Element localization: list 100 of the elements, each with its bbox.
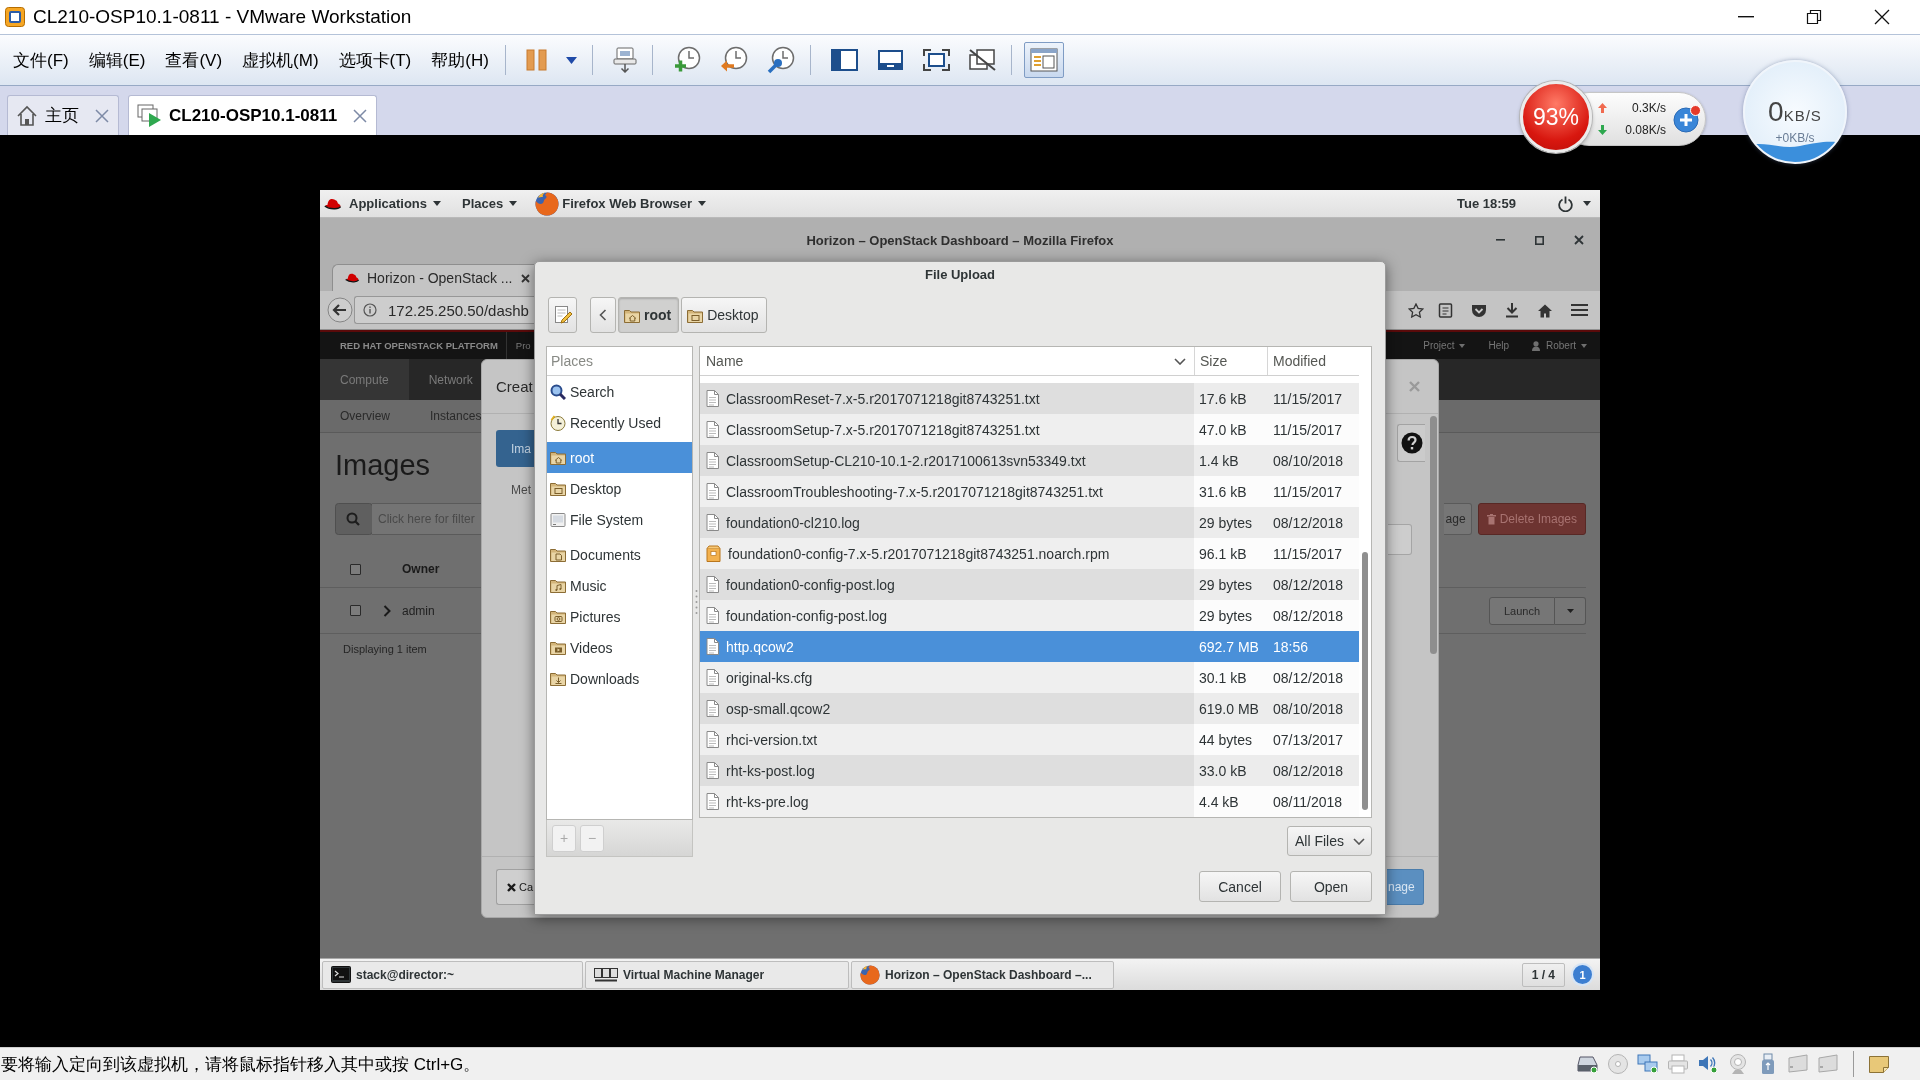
nav-tab[interactable]: Network bbox=[408, 359, 479, 400]
checkbox[interactable] bbox=[350, 605, 361, 616]
info-icon[interactable] bbox=[363, 303, 377, 317]
hat-icon[interactable] bbox=[324, 197, 341, 210]
file-size: 29 bytes bbox=[1198, 513, 1253, 533]
file-row[interactable]: osp-small.qcow2 619.0 MB 08/10/2018 bbox=[700, 693, 1359, 724]
scrollbar[interactable] bbox=[1362, 552, 1368, 810]
edit-button[interactable] bbox=[548, 297, 577, 333]
minimize-icon[interactable] bbox=[1738, 16, 1754, 18]
tab[interactable]: 主页 bbox=[7, 95, 119, 135]
caret-icon[interactable] bbox=[1583, 201, 1591, 206]
help-button[interactable] bbox=[1397, 424, 1425, 462]
clock-wrench-icon[interactable] bbox=[766, 46, 795, 74]
restore-icon[interactable] bbox=[1806, 9, 1822, 25]
file-row[interactable]: rht-ks-post.log 33.0 kB 08/12/2018 bbox=[700, 755, 1359, 786]
star-icon[interactable] bbox=[1408, 302, 1424, 318]
toolbar-button[interactable] bbox=[1023, 42, 1064, 78]
header-link[interactable]: Robert bbox=[1532, 340, 1587, 351]
file-row[interactable]: foundation0-cl210.log 29 bytes 08/12/2018 bbox=[700, 507, 1359, 538]
tab[interactable]: Met bbox=[496, 471, 534, 508]
download-speed: 0.08K/s bbox=[1624, 123, 1666, 137]
fullscreen-icon[interactable] bbox=[922, 49, 950, 71]
header-link[interactable]: Help bbox=[1488, 340, 1509, 351]
column-header[interactable]: Name bbox=[700, 347, 1194, 375]
notification-badge[interactable]: 1 bbox=[1571, 963, 1594, 986]
scrollbar[interactable] bbox=[1430, 416, 1437, 654]
menu-item[interactable]: 编辑(E) bbox=[88, 48, 146, 72]
taskbar-button[interactable]: Virtual Machine Manager bbox=[585, 960, 849, 989]
header-link[interactable]: Project bbox=[1423, 340, 1466, 351]
places-item[interactable]: Music bbox=[547, 570, 692, 601]
power-icon[interactable] bbox=[1558, 195, 1573, 212]
menu-icon[interactable] bbox=[1571, 303, 1588, 317]
path-button[interactable]: Desktop bbox=[681, 297, 767, 333]
maximize-icon[interactable] bbox=[1535, 235, 1544, 245]
tab[interactable]: CL210-OSP10.1-0811 bbox=[128, 95, 378, 135]
computer-arrow-icon[interactable] bbox=[612, 47, 637, 73]
file-row[interactable]: ClassroomReset-7.x-5.r2017071218git8743251.txt 17.6 kB 11/15/2017 bbox=[700, 383, 1359, 414]
nav-link[interactable]: Pro bbox=[515, 340, 531, 351]
back-icon[interactable] bbox=[327, 297, 353, 323]
back-button[interactable] bbox=[590, 297, 616, 333]
note-icon[interactable] bbox=[1868, 1053, 1890, 1075]
address-field[interactable]: 172.25.250.50/dashb bbox=[354, 296, 535, 324]
shield-chevron-icon[interactable] bbox=[1471, 302, 1487, 318]
sidebar-layout-icon[interactable] bbox=[830, 49, 858, 71]
dialog-button[interactable]: Open bbox=[1290, 871, 1372, 902]
places-item[interactable]: File System bbox=[547, 504, 692, 535]
table-cell: admin bbox=[402, 603, 435, 618]
menu-item[interactable]: 文件(F) bbox=[13, 48, 69, 72]
search-icon[interactable] bbox=[335, 503, 372, 535]
places-item[interactable]: Desktop bbox=[547, 473, 692, 504]
browser-tab[interactable]: Horizon - OpenStack ... bbox=[332, 264, 534, 291]
places-item[interactable]: Search bbox=[547, 376, 692, 407]
home-icon[interactable] bbox=[1537, 302, 1553, 318]
menu-item[interactable]: 虚拟机(M) bbox=[242, 48, 319, 72]
file-date: 08/12/2018 bbox=[1272, 668, 1345, 688]
dialog-button[interactable]: Cancel bbox=[1199, 871, 1281, 902]
close-icon[interactable] bbox=[1574, 235, 1584, 245]
chevron-right-icon[interactable] bbox=[383, 604, 391, 617]
places-item[interactable]: Recently Used bbox=[547, 407, 692, 438]
clipboard-icon[interactable] bbox=[1438, 302, 1453, 318]
workspace-switcher[interactable]: 1 / 4 bbox=[1521, 962, 1565, 987]
dropdown-toggle[interactable] bbox=[1555, 596, 1586, 625]
close-icon[interactable] bbox=[520, 273, 530, 283]
checkbox[interactable] bbox=[350, 563, 361, 575]
crossed-windows-icon[interactable] bbox=[968, 49, 996, 71]
download-icon[interactable] bbox=[1505, 302, 1519, 318]
clock-plus-icon[interactable] bbox=[672, 46, 701, 74]
path-button[interactable]: root bbox=[618, 297, 680, 333]
network-icon[interactable] bbox=[1637, 1053, 1659, 1075]
menu-item[interactable]: 查看(V) bbox=[165, 48, 223, 72]
caret-icon[interactable] bbox=[565, 56, 577, 64]
clock[interactable]: Tue 18:59 bbox=[1457, 196, 1516, 211]
plus-icon[interactable] bbox=[1673, 105, 1701, 133]
download-folder-icon bbox=[550, 671, 566, 686]
input-field[interactable] bbox=[1388, 524, 1412, 555]
taskbar-button[interactable]: stack@director:~ bbox=[322, 960, 583, 989]
pause-icon[interactable] bbox=[525, 49, 547, 71]
clock-arrow-icon[interactable] bbox=[719, 46, 748, 74]
taskbar-button[interactable]: Horizon – OpenStack Dashboard –... bbox=[851, 960, 1114, 989]
secondary-button[interactable]: Ca bbox=[496, 869, 534, 905]
menu-item[interactable]: 帮助(H) bbox=[431, 48, 489, 72]
filter-dropdown[interactable]: All Files bbox=[1287, 826, 1372, 856]
places-item[interactable]: Downloads bbox=[547, 663, 692, 694]
dropdown-menu[interactable]: Applications bbox=[349, 196, 441, 211]
places-item[interactable]: Pictures bbox=[547, 601, 692, 632]
speaker-icon[interactable] bbox=[1697, 1053, 1719, 1075]
places-item[interactable]: Documents bbox=[547, 539, 692, 570]
file-row[interactable]: ClassroomSetup-CL210-10.1-2.r2017100613svn53349.txt 1.4 kB 08/10/2018 bbox=[700, 445, 1359, 476]
grip-icon[interactable] bbox=[694, 589, 698, 615]
column-header[interactable]: Modified bbox=[1267, 347, 1359, 375]
tab[interactable]: Ima bbox=[496, 430, 534, 467]
places-item[interactable]: Videos bbox=[547, 632, 692, 663]
dropdown-menu[interactable]: Firefox Web Browser bbox=[535, 191, 706, 216]
file-size: 30.1 kB bbox=[1198, 668, 1248, 688]
dropdown-menu[interactable]: Places bbox=[462, 196, 518, 211]
file-row[interactable]: foundation0-config-post.log 29 bytes 08/12/2018 bbox=[700, 569, 1359, 600]
menu-item[interactable]: 选项卡(T) bbox=[338, 48, 412, 72]
monitor-icon[interactable] bbox=[876, 49, 904, 71]
close-icon[interactable] bbox=[1874, 9, 1890, 25]
column-header[interactable]: Size bbox=[1194, 347, 1267, 375]
